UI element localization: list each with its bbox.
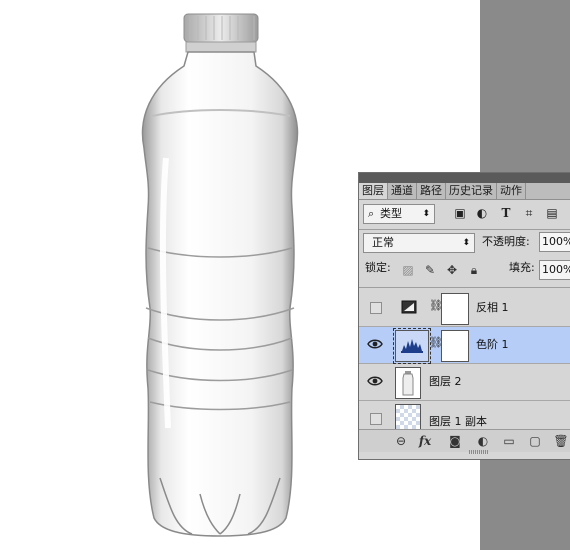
levels-adjustment-thumbnail[interactable] (393, 328, 431, 364)
layers-panel: 图层 通道 路径 历史记录 动作 ⌕ 类型 ⬍ ▣ ◐ T ⌗ ▤ 正常 ⬍ 不… (358, 172, 570, 460)
layer-row[interactable]: ⛓ 色阶 1 (359, 327, 570, 364)
new-group-folder-icon[interactable]: ▭ (501, 434, 517, 448)
opacity-input[interactable]: 100% (539, 232, 570, 252)
type-filter-icon[interactable]: T (499, 206, 513, 220)
divider (359, 229, 570, 230)
lock-transparent-icon[interactable]: ▨ (401, 263, 415, 277)
lock-pixels-icon[interactable]: ✎ (423, 263, 437, 277)
layer-name[interactable]: 图层 1 副本 (429, 401, 487, 429)
filter-kind-select[interactable]: ⌕ 类型 ⬍ (363, 204, 435, 224)
updown-arrow-icon: ⬍ (422, 209, 430, 219)
visibility-toggle[interactable] (370, 302, 382, 314)
link-chain-icon: ⛓ (429, 299, 443, 312)
link-chain-icon: ⛓ (429, 336, 443, 349)
tab-paths[interactable]: 路径 (417, 183, 446, 199)
filter-kind-label: 类型 (380, 207, 402, 220)
eye-icon[interactable] (367, 337, 383, 351)
tab-channels[interactable]: 通道 (388, 183, 417, 199)
histogram-icon (401, 339, 423, 353)
image-filter-icon[interactable]: ▣ (453, 206, 467, 220)
fill-input[interactable]: 100% (539, 260, 570, 280)
layer-mask-thumbnail[interactable] (441, 330, 469, 362)
search-icon: ⌕ (368, 207, 375, 220)
tab-layers[interactable]: 图层 (359, 183, 388, 199)
layer-name[interactable]: 反相 1 (476, 290, 509, 326)
layer-row[interactable]: ⛓ 反相 1 (359, 290, 570, 327)
lock-all-icon[interactable]: 🔒︎ (467, 263, 481, 277)
layer-name[interactable]: 图层 2 (429, 364, 462, 400)
new-adjustment-icon[interactable]: ◐ (475, 434, 491, 448)
layer-thumbnail[interactable] (395, 404, 421, 429)
adjustment-filter-icon[interactable]: ◐ (475, 206, 489, 220)
tab-actions[interactable]: 动作 (497, 183, 526, 199)
blend-mode-label: 正常 (372, 236, 394, 249)
fill-label: 填充: (509, 261, 535, 274)
add-mask-icon[interactable]: ◙ (447, 434, 463, 448)
eye-icon[interactable] (367, 374, 383, 388)
layer-row[interactable]: 图层 1 副本 (359, 401, 570, 429)
visibility-toggle[interactable] (370, 413, 382, 425)
delete-trash-icon[interactable]: 🗑︎ (553, 434, 569, 448)
lock-label: 锁定: (365, 261, 391, 274)
layer-name[interactable]: 色阶 1 (476, 327, 509, 363)
updown-arrow-icon: ⬍ (462, 238, 470, 248)
layer-row[interactable]: 图层 2 (359, 364, 570, 401)
bottle-image (141, 13, 299, 537)
opacity-label: 不透明度: (482, 235, 530, 248)
lock-position-icon[interactable]: ✥ (445, 263, 459, 277)
lock-row: 锁定: ▨ ✎ ✥ 🔒︎ 填充: 100% (359, 260, 570, 282)
panel-bottom-toolbar: ⊖ fx ◙ ◐ ▭ ▢ 🗑︎ (359, 429, 570, 452)
tab-history[interactable]: 历史记录 (446, 183, 497, 199)
shape-filter-icon[interactable]: ⌗ (522, 206, 536, 220)
filter-row: ⌕ 类型 ⬍ ▣ ◐ T ⌗ ▤ (359, 204, 570, 226)
blend-mode-select[interactable]: 正常 ⬍ (363, 233, 475, 253)
blend-row: 正常 ⬍ 不透明度: 100% (359, 232, 570, 254)
bottle-thumbnail-icon (402, 371, 414, 396)
smart-object-filter-icon[interactable]: ▤ (545, 206, 559, 220)
new-layer-icon[interactable]: ▢ (527, 434, 543, 448)
fx-button[interactable]: fx (417, 434, 433, 448)
invert-adjustment-icon (401, 300, 417, 314)
link-layers-icon[interactable]: ⊖ (393, 434, 409, 448)
resize-grip[interactable] (469, 450, 489, 454)
panel-title-bar[interactable] (359, 173, 570, 183)
panel-tab-bar: 图层 通道 路径 历史记录 动作 (359, 183, 570, 200)
divider (359, 287, 570, 288)
layer-mask-thumbnail[interactable] (441, 293, 469, 325)
layer-thumbnail[interactable] (395, 367, 421, 399)
